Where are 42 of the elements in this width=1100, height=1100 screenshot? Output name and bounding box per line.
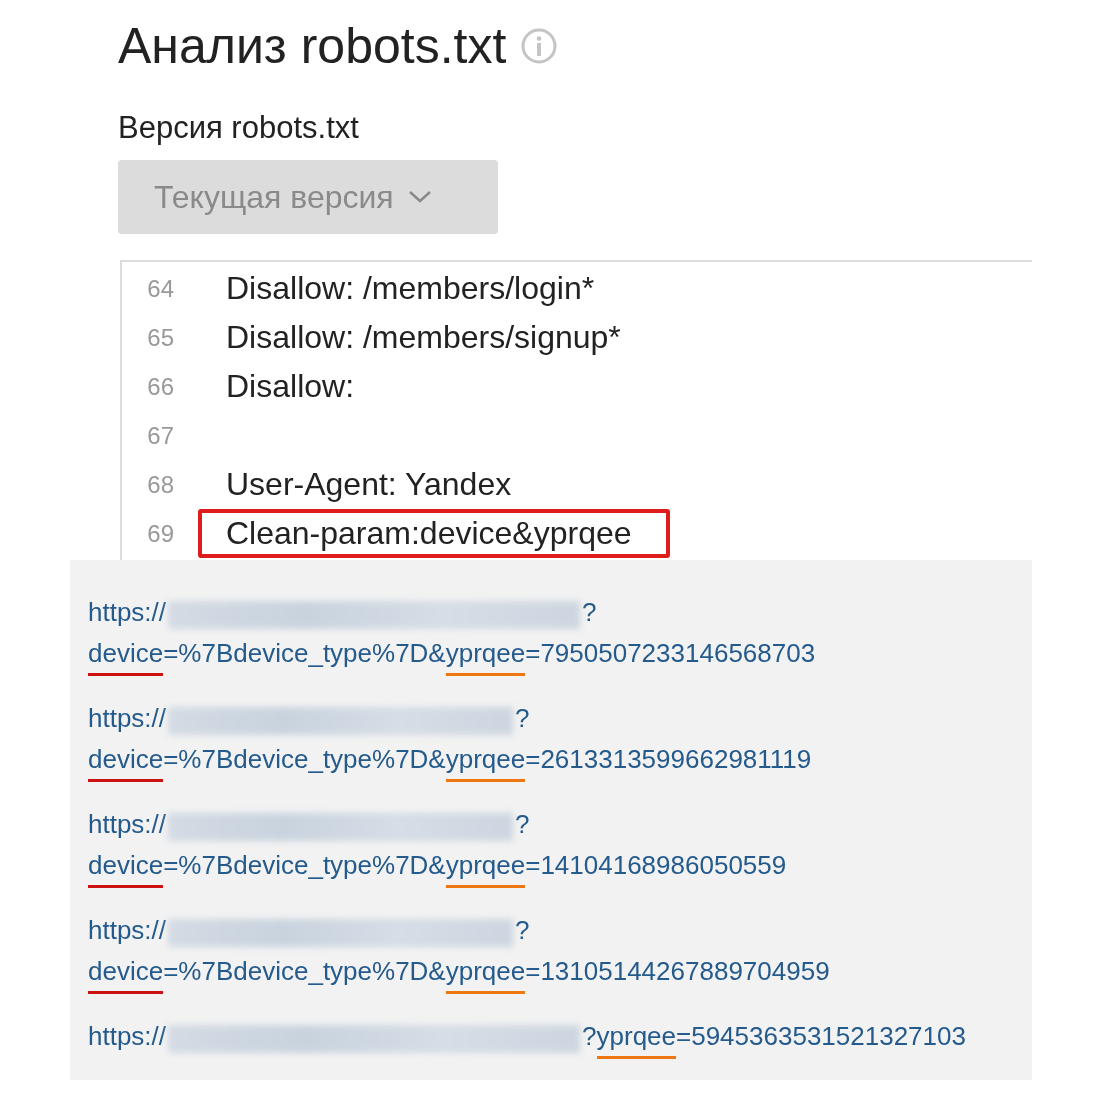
url-text: https:// [88, 702, 167, 735]
url-text: =%7Bdevice_type%7D& [163, 637, 446, 670]
line-number: 64 [146, 274, 174, 303]
underlined-param: yprqee [596, 1018, 676, 1059]
url-text: =14104168986050559 [525, 849, 787, 882]
url-text: https:// [88, 596, 167, 629]
underlined-param: yprqee [445, 635, 526, 676]
url-text: https:// [88, 808, 167, 841]
url-text: ? [582, 1020, 597, 1053]
page-title: Анализ robots.txt [118, 17, 507, 76]
url-text: =7950507233146568703 [525, 637, 816, 670]
code-line: Disallow: [225, 367, 356, 406]
underlined-param: device [88, 635, 164, 676]
code-line: User-Agent: Yandex [225, 465, 513, 504]
url-text: =%7Bdevice_type%7D& [163, 743, 446, 776]
url-text: ? [515, 808, 530, 841]
line-number: 69 [146, 519, 174, 548]
line-number: 68 [146, 470, 174, 499]
url-text: =2613313599662981119 [525, 743, 812, 776]
url-text: =5945363531521327103 [676, 1020, 966, 1053]
url-text: =13105144267889704959 [525, 955, 830, 988]
underlined-param: yprqee [445, 741, 526, 782]
line-number: 67 [146, 421, 174, 450]
code-line: Disallow: /members/login* [225, 269, 596, 308]
underlined-param: device [88, 847, 164, 888]
underlined-param: device [88, 741, 164, 782]
info-icon[interactable] [520, 27, 559, 65]
url-text: https:// [88, 914, 167, 947]
underlined-param: yprqee [445, 847, 526, 888]
url-text: =%7Bdevice_type%7D& [163, 849, 446, 882]
line-number: 66 [146, 372, 174, 401]
url-text: =%7Bdevice_type%7D& [163, 955, 446, 988]
url-text: ? [515, 914, 530, 947]
underlined-param: device [88, 953, 164, 994]
url-text: ? [582, 596, 597, 629]
line-number: 65 [146, 323, 174, 352]
chevron-down-icon [407, 190, 432, 204]
url-text: https:// [88, 1020, 167, 1053]
url-text: ? [515, 702, 530, 735]
code-line: Disallow: /members/signup* [225, 318, 622, 357]
underlined-param: yprqee [445, 953, 526, 994]
version-label: Версия robots.txt [118, 109, 360, 147]
